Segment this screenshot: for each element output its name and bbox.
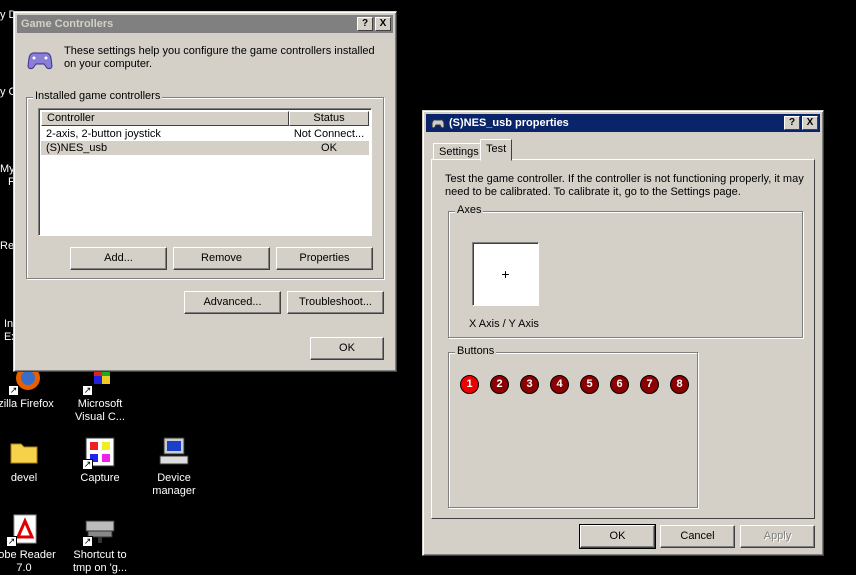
- desktop-fragment: In: [4, 318, 14, 330]
- desktop-icon-label: Capture: [80, 472, 120, 484]
- intro-text: These settings help you configure the ga…: [64, 45, 375, 70]
- group-label: Installed game controllers: [33, 90, 163, 102]
- list-header: Controller Status: [41, 111, 369, 126]
- desktop-icon-label: dobe Reader 7.0: [0, 549, 56, 574]
- properties-window: (S)NES_usb properties ? X Settings Test …: [422, 110, 824, 556]
- desktop-icon-devel[interactable]: devel: [0, 436, 64, 485]
- column-header-status[interactable]: Status: [289, 111, 369, 126]
- computer-icon: [158, 436, 190, 468]
- adobe-reader-icon: ↗: [6, 513, 40, 547]
- column-header-controller[interactable]: Controller: [41, 111, 289, 126]
- desktop-icon-label: Microsoft Visual C...: [75, 398, 125, 423]
- buttons-group: Buttons 1 2 3 4 5 6 7 8: [448, 345, 698, 508]
- controllers-list[interactable]: Controller Status 2-axis, 2-button joyst…: [38, 108, 372, 236]
- network-drive-icon: ↗: [82, 513, 116, 547]
- group-label: Axes: [455, 204, 484, 216]
- joystick-icon: [430, 116, 446, 130]
- controller-name: (S)NES_usb: [46, 142, 108, 154]
- apply-button[interactable]: Apply: [740, 525, 815, 548]
- capture-icon: ↗: [82, 436, 116, 470]
- axes-group: Axes + X Axis / Y Axis: [448, 204, 803, 338]
- controller-button-6: 6: [610, 375, 629, 394]
- controller-button-2: 2: [490, 375, 509, 394]
- window-title: (S)NES_usb properties: [449, 117, 569, 129]
- controller-status: OK: [321, 142, 337, 154]
- crosshair-icon: +: [501, 266, 510, 282]
- ok-button[interactable]: OK: [579, 524, 656, 549]
- help-button[interactable]: ?: [784, 116, 800, 130]
- cancel-button[interactable]: Cancel: [660, 525, 735, 548]
- troubleshoot-button[interactable]: Troubleshoot...: [287, 291, 384, 314]
- advanced-button[interactable]: Advanced...: [184, 291, 281, 314]
- desktop-icon-device-manager[interactable]: Device manager: [134, 436, 214, 498]
- test-description: Test the game controller. If the control…: [445, 173, 804, 198]
- axis-caption: X Axis / Y Axis: [469, 318, 539, 330]
- properties-titlebar[interactable]: (S)NES_usb properties ? X: [426, 114, 820, 132]
- installed-controllers-group: Installed game controllers Controller St…: [26, 90, 384, 279]
- desktop-icon-label: devel: [10, 472, 38, 484]
- help-button[interactable]: ?: [357, 17, 373, 31]
- controller-name: 2-axis, 2-button joystick: [46, 128, 161, 140]
- table-row[interactable]: 2-axis, 2-button joystick Not Connect...: [41, 127, 369, 141]
- desktop-icon-capture[interactable]: ↗ Capture: [60, 436, 140, 485]
- controller-status: Not Connect...: [293, 128, 365, 140]
- controller-button-3: 3: [520, 375, 539, 394]
- remove-button[interactable]: Remove: [173, 247, 270, 270]
- desktop-icon-adobe-reader[interactable]: ↗ dobe Reader 7.0: [0, 513, 64, 575]
- tab-test[interactable]: Test: [480, 139, 513, 161]
- window-title: Game Controllers: [21, 18, 114, 30]
- desktop-icon-label: Device manager: [152, 472, 196, 497]
- close-button[interactable]: X: [375, 17, 391, 31]
- desktop-icon-label: Shortcut to tmp on 'g...: [72, 549, 128, 574]
- ok-button[interactable]: OK: [310, 337, 384, 360]
- controller-button-7: 7: [640, 375, 659, 394]
- close-button[interactable]: X: [802, 116, 818, 130]
- desktop-icon-label: zilla Firefox: [0, 398, 54, 410]
- properties-button[interactable]: Properties: [276, 247, 373, 270]
- axes-display: +: [472, 242, 539, 306]
- desktop-icon-tmp-shortcut[interactable]: ↗ Shortcut to tmp on 'g...: [60, 513, 140, 575]
- test-tab-panel: Test the game controller. If the control…: [431, 159, 815, 519]
- gamepad-icon: [26, 46, 54, 74]
- folder-icon: [8, 436, 40, 468]
- tab-settings[interactable]: Settings: [433, 143, 485, 159]
- controller-button-8: 8: [670, 375, 689, 394]
- controller-button-4: 4: [550, 375, 569, 394]
- game-controllers-window: Game Controllers ? X These settings help…: [13, 11, 397, 372]
- game-controllers-titlebar[interactable]: Game Controllers ? X: [17, 15, 393, 33]
- table-row[interactable]: (S)NES_usb OK: [41, 141, 369, 155]
- group-label: Buttons: [455, 345, 497, 357]
- controller-button-5: 5: [580, 375, 599, 394]
- controller-button-1: 1: [460, 375, 479, 394]
- add-button[interactable]: Add...: [70, 247, 167, 270]
